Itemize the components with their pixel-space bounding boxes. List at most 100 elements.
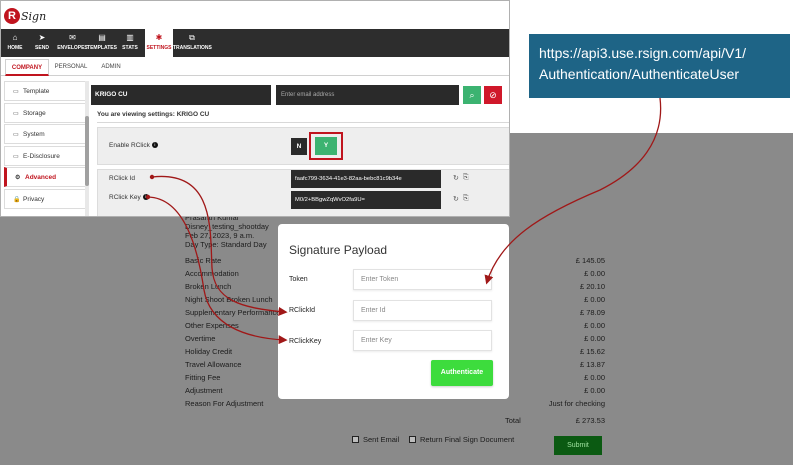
sidebar-scrollbar[interactable]	[85, 81, 89, 216]
advanced-icon: ⚙	[15, 175, 21, 181]
rclick-key-value[interactable]: M0/2+BBgwZqWvO2fa9U=	[291, 191, 441, 209]
doc-row-amount: £ 0.00	[584, 269, 605, 278]
nav-label: STATS	[122, 45, 138, 51]
toggle-no-button[interactable]: N	[291, 138, 307, 155]
return-final-doc-checkbox[interactable]: Return Final Sign Document	[409, 435, 514, 444]
rclickid-label: RClickId	[289, 307, 316, 314]
rsign-settings-window: R Sign ⌂ HOME ➤ SEND ✉ ENVELOPES ▤ TEMPLATES…	[0, 0, 510, 217]
nav-stats[interactable]: ▥ STATS	[119, 29, 141, 57]
toggle-yes-button[interactable]: Y	[315, 137, 337, 155]
sent-email-label: Sent Email	[363, 435, 400, 444]
copy-icon[interactable]: ⎘	[463, 174, 469, 182]
nav-envelopes[interactable]: ✉ ENVELOPES	[56, 29, 89, 57]
sent-email-checkbox[interactable]: Sent Email	[352, 435, 399, 444]
rclick-key-label: RClick Key i	[109, 194, 149, 201]
token-label: Token	[289, 276, 308, 283]
disclosure-icon: ▭	[13, 154, 19, 160]
doc-header-line: Day Type: Standard Day	[185, 240, 267, 249]
tab-company[interactable]: COMPANY	[5, 59, 49, 76]
sidebar-item-system[interactable]: ▭ System	[4, 124, 87, 144]
doc-row-amount: £ 20.10	[579, 282, 605, 291]
doc-row-label: Reason For Adjustment	[185, 399, 264, 408]
token-input[interactable]: Enter Token	[353, 269, 492, 290]
send-icon: ➤	[38, 33, 46, 42]
logo-badge: R	[4, 8, 20, 24]
search-button[interactable]: ⌕	[463, 86, 481, 104]
rsign-logo: R Sign	[4, 5, 46, 27]
doc-row-amount: £ 0.00	[584, 321, 605, 330]
system-icon: ▭	[13, 132, 19, 138]
doc-total-amount: £ 273.53	[575, 416, 605, 425]
nav-label: ENVELOPES	[57, 45, 88, 51]
doc-row: Reason For Adjustment Just for checking	[185, 399, 605, 411]
dialog-title: Signature Payload	[289, 243, 388, 257]
rclick-id-value[interactable]: faafc799-3634-41e3-82aa-bebc81c9b34e	[291, 170, 441, 188]
rclickkey-input[interactable]: Enter Key	[353, 330, 492, 351]
refresh-icon[interactable]: ↻	[453, 174, 459, 182]
nav-label: TRANSLATIONS	[173, 45, 212, 51]
settings-sidebar: ▭ Template ▭ Storage ▭ System ▭ E-Disclosure…	[4, 81, 87, 216]
doc-row-label: Holiday Credit	[185, 347, 233, 356]
authenticate-button[interactable]: Authenticate	[431, 360, 493, 386]
rclickkey-label: RClickKey	[289, 338, 322, 345]
doc-row-label: Travel Allowance	[185, 360, 242, 369]
tab-admin[interactable]: ADMIN	[95, 59, 127, 76]
sidebar-item-template[interactable]: ▭ Template	[4, 81, 87, 101]
nav-label: SEND	[35, 45, 49, 51]
copy-icon[interactable]: ⎘	[463, 195, 469, 203]
nav-label: SETTINGS	[146, 45, 172, 51]
home-icon: ⌂	[12, 33, 18, 42]
api-url-callout: https://api3.use.rsign.com/api/V1/ Authe…	[529, 34, 790, 98]
doc-header-line: Disney_testing_shootday	[185, 222, 269, 231]
stage: Prasanth Kumar Disney_testing_shootday F…	[0, 0, 793, 465]
submit-button[interactable]: Submit	[554, 436, 602, 455]
sidebar-item-label: Storage	[23, 110, 46, 117]
nav-send[interactable]: ➤ SEND	[31, 29, 53, 57]
sidebar-item-privacy[interactable]: 🔒 Privacy	[4, 189, 87, 209]
return-final-doc-label: Return Final Sign Document	[420, 435, 515, 444]
nav-home[interactable]: ⌂ HOME	[5, 29, 25, 57]
templates-icon: ▤	[98, 33, 106, 42]
settings-icon: ✱	[155, 33, 163, 42]
settings-tabs: COMPANY PERSONAL ADMIN	[1, 59, 509, 76]
nav-settings[interactable]: ✱ SETTINGS	[145, 29, 173, 57]
api-url-line-1: https://api3.use.rsign.com/api/V1/	[539, 45, 746, 61]
envelope-icon: ✉	[69, 33, 76, 42]
top-navigation: ⌂ HOME ➤ SEND ✉ ENVELOPES ▤ TEMPLATES ▥ STATS…	[1, 29, 509, 57]
tab-personal[interactable]: PERSONAL	[51, 59, 91, 76]
refresh-icon[interactable]: ↻	[453, 195, 459, 203]
company-select[interactable]: KRIGO CU	[91, 85, 271, 105]
sidebar-item-storage[interactable]: ▭ Storage	[4, 103, 87, 123]
scrollbar-thumb[interactable]	[85, 116, 89, 186]
sidebar-item-e-disclosure[interactable]: ▭ E-Disclosure	[4, 146, 87, 166]
sidebar-item-label: Privacy	[23, 196, 45, 203]
doc-row-amount: £ 0.00	[584, 386, 605, 395]
rclickid-input[interactable]: Enter Id	[353, 300, 492, 321]
sidebar-item-label: Advanced	[25, 174, 57, 181]
nav-translations[interactable]: ⧉ TRANSLATIONS	[173, 29, 212, 57]
enable-rclick-text: Enable RClick	[109, 142, 150, 149]
doc-row-label: Overtime	[185, 334, 216, 343]
translations-icon: ⧉	[189, 33, 195, 42]
search-icon: ⌕	[469, 90, 475, 100]
storage-icon: ▭	[13, 111, 19, 117]
sidebar-item-advanced[interactable]: ⚙ Advanced	[4, 167, 87, 187]
highlight-box: Y	[309, 132, 343, 160]
sidebar-item-label: System	[23, 131, 45, 138]
doc-row-amount: Just for checking	[548, 399, 605, 408]
clear-button[interactable]: ⊘	[484, 86, 502, 104]
logo-text: Sign	[21, 9, 47, 23]
doc-row-amount: £ 0.00	[584, 295, 605, 304]
nav-templates[interactable]: ▤ TEMPLATES	[87, 29, 117, 57]
sidebar-item-label: Template	[23, 88, 50, 95]
checkbox-box[interactable]	[409, 436, 416, 443]
checkbox-box[interactable]	[352, 436, 359, 443]
doc-row-label: Accommodation	[185, 269, 239, 278]
email-input[interactable]: Enter email address	[276, 85, 459, 105]
viewing-settings-text: You are viewing settings: KRIGO CU	[97, 111, 210, 118]
doc-row-amount: £ 145.05	[575, 256, 605, 265]
stats-icon: ▥	[126, 33, 134, 42]
enable-rclick-label: Enable RClick i	[109, 142, 158, 149]
signature-payload-dialog: Signature Payload Token Enter Token RCli…	[278, 224, 509, 399]
settings-main: KRIGO CU Enter email address ⌕ ⊘ You are…	[91, 81, 509, 216]
